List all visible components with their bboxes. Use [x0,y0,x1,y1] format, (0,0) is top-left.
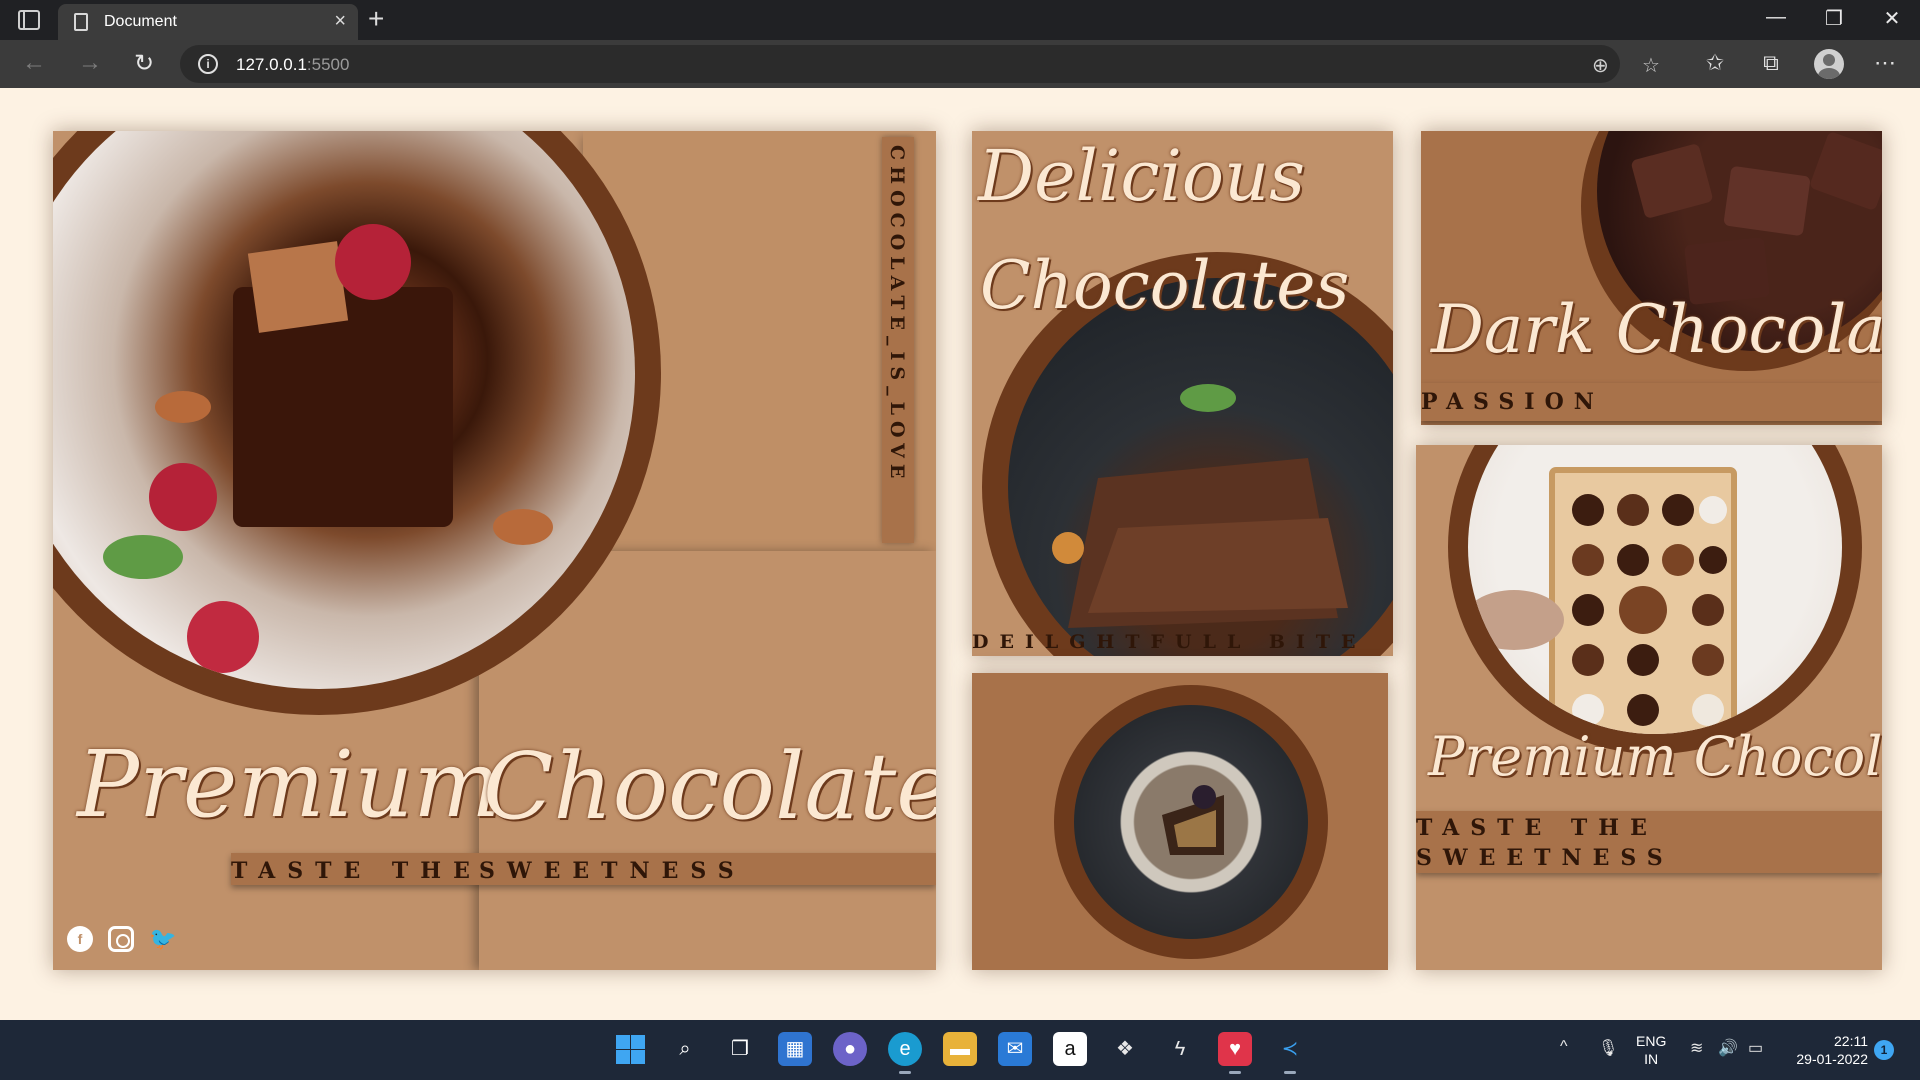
more-icon[interactable]: ⋯ [1870,50,1900,76]
url-host: 127.0.0.1 [236,55,307,74]
tagline-left: TASTE THE [231,858,482,884]
url-port: :5500 [306,55,350,74]
minimize-button[interactable]: — [1756,6,1796,29]
collections-icon[interactable]: ⧉ [1756,50,1786,76]
title-premium-chocolates: Premium Chocolates [1428,725,1882,788]
tagline-right: SWEETNESS [479,858,746,884]
clock[interactable]: 22:11 29-01-2022 [1782,1032,1868,1068]
premium-chocolate-card: CHOCOLATE_IS_LOVE TASTE THE SWEETNESS Pr… [53,131,936,970]
tagline: PASSION [1421,389,1604,415]
zoom-icon[interactable]: ⊕ [1592,53,1609,78]
search-icon[interactable]: ⌕ [668,1032,702,1066]
file-explorer-icon[interactable]: ▬ [943,1032,977,1066]
title-chocolates: Chocolates [980,247,1350,324]
vertical-tag-strip: CHOCOLATE_IS_LOVE [882,137,914,543]
chevron-up-icon[interactable]: ^ [1560,1038,1568,1056]
chat-icon[interactable]: ● [833,1032,867,1066]
app-icon[interactable]: ϟ [1163,1032,1197,1066]
sidebar-toggle-icon[interactable] [18,10,40,30]
amazon-icon[interactable]: a [1053,1032,1087,1066]
task-view-icon[interactable]: ❐ [723,1032,757,1066]
region-text: IN [1644,1051,1659,1067]
web-page: CHOCOLATE_IS_LOVE TASTE THE SWEETNESS Pr… [0,88,1920,1020]
title-delicious: Delicious [978,135,1306,217]
taskbar: ⌕ ❐ ▦ ● e ▬ ✉ a ❖ ϟ ♥ ≺ ^ 🎙 ENG IN ≋ 🔊 ▭… [0,1020,1920,1080]
tagline-line2: SWEETNESS [1416,845,1674,871]
favorites-icon[interactable]: ✩ [1700,50,1730,76]
title-premium: Premium [77,731,501,838]
start-icon[interactable] [613,1032,647,1066]
wifi-icon[interactable]: ≋ [1690,1038,1703,1058]
dessert-plate-image [1074,705,1308,939]
new-tab-button[interactable]: + [368,3,384,35]
browser-titlebar: Document × + — ❐ ✕ [0,0,1920,40]
clock-date: 29-01-2022 [1796,1051,1868,1067]
url-text: 127.0.0.1:5500 [236,55,349,75]
browser-tab[interactable]: Document × [58,4,358,40]
battery-icon[interactable]: ▭ [1748,1038,1763,1058]
favorite-add-icon[interactable]: ☆ [1642,53,1660,78]
title-chocolate: Chocolate [483,733,936,840]
edge-icon[interactable]: e [888,1032,922,1074]
browser-toolbar: ← → ↻ i 127.0.0.1:5500 ⊕ ☆ ✩ ⧉ ⋯ [0,40,1920,88]
dark-chocolates-card: PASSION Dark Chocolates [1421,131,1882,425]
language-indicator[interactable]: ENG IN [1636,1032,1666,1068]
media-app-icon[interactable]: ♥ [1218,1032,1252,1074]
info-icon[interactable]: i [198,54,218,74]
instagram-icon[interactable] [108,926,134,952]
tab-close-button[interactable]: × [334,10,346,33]
vscode-icon[interactable]: ≺ [1273,1032,1307,1074]
dropbox-icon[interactable]: ❖ [1108,1032,1142,1066]
tagline-line1: TASTE THE [1416,815,1658,841]
tab-title: Document [104,13,177,30]
page-icon [74,13,88,31]
language-text: ENG [1636,1033,1667,1049]
vertical-tag: CHOCOLATE_IS_LOVE [886,145,908,485]
maximize-button[interactable]: ❐ [1814,6,1854,31]
reload-icon[interactable]: ↻ [128,49,160,78]
facebook-icon[interactable]: f [67,926,93,952]
back-arrow-icon[interactable]: ← [18,49,50,77]
mail-icon[interactable]: ✉ [998,1032,1032,1066]
profile-icon[interactable] [1814,49,1844,79]
twitter-icon[interactable]: 🐦 [149,926,176,952]
close-window-button[interactable]: ✕ [1872,6,1912,31]
address-bar[interactable]: i 127.0.0.1:5500 ⊕ ☆ [180,45,1660,83]
dessert-plate-card [972,673,1388,970]
widgets-icon[interactable]: ▦ [778,1032,812,1066]
clock-time: 22:11 [1834,1033,1868,1049]
delicious-chocolates-card: Delicious Chocolates DEILGHTFULL BITE [972,131,1393,656]
dessert-illustration [1162,785,1224,855]
premium-chocolates-card: Premium Chocolates TASTE THE SWEETNESS [1416,445,1882,970]
notification-badge[interactable]: 1 [1874,1040,1894,1060]
microphone-icon[interactable]: 🎙 [1598,1038,1618,1058]
title-dark-chocolates: Dark Chocolates [1431,291,1882,368]
volume-icon[interactable]: 🔊 [1718,1038,1738,1058]
forward-arrow-icon[interactable]: → [74,49,106,77]
tagline: DEILGHTFULL BITE [972,631,1367,653]
